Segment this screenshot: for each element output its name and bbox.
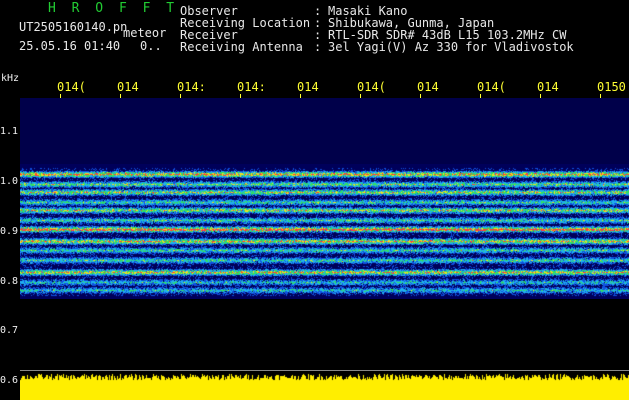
freq-tick: 1.0 — [0, 176, 19, 187]
time-tick: 014 — [417, 80, 439, 94]
app-title: H R O F F T — [48, 1, 179, 16]
time-tick: 014 — [537, 80, 559, 94]
power-baseline — [20, 370, 629, 371]
freq-tick: 0.6 — [0, 375, 19, 386]
time-tick: 014( — [477, 80, 506, 94]
info-value: 3el Yagi(V) Az 330 for Vladivostok — [328, 40, 574, 54]
meteor-tag: meteor — [123, 26, 167, 40]
meteor-count: 0.. — [140, 39, 162, 53]
freq-tick: 0.8 — [0, 276, 19, 287]
time-tick: 014 — [117, 80, 139, 94]
filename: UT2505160140.pn — [19, 20, 128, 34]
time-tick: 014 — [297, 80, 319, 94]
axis-unit-label: kHz — [1, 73, 20, 84]
info-label: Receiving Antenna — [180, 40, 303, 54]
freq-tick: 0.9 — [0, 226, 19, 237]
time-tick: 014( — [357, 80, 386, 94]
time-tick: 014( — [57, 80, 86, 94]
time-tick: 014: — [177, 80, 206, 94]
power-trace — [20, 372, 629, 400]
spectrogram-canvas — [20, 98, 629, 370]
freq-tick: 1.1 — [0, 126, 19, 137]
time-tick: 014: — [237, 80, 266, 94]
date-time: 25.05.16 01:40 — [19, 39, 121, 53]
freq-tick: 0.7 — [0, 325, 19, 336]
info-colon: : — [314, 40, 322, 54]
time-tick: 0150 — [597, 80, 626, 94]
